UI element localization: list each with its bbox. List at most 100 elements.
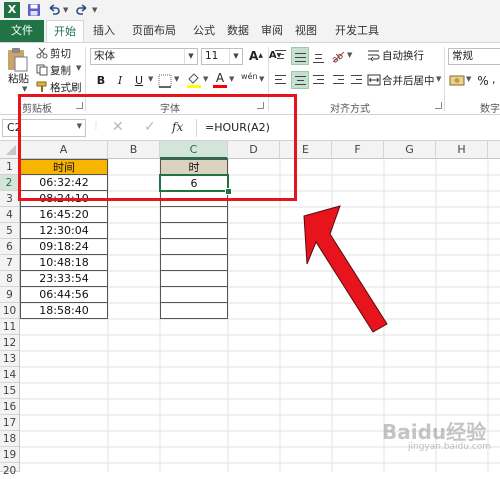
row-header-6[interactable]: 6: [0, 239, 20, 255]
cell-c9[interactable]: [160, 287, 228, 303]
tab-home[interactable]: 开始: [46, 20, 84, 42]
cell-a10[interactable]: 18:58:40: [20, 303, 108, 319]
number-format-select[interactable]: 常规: [448, 48, 500, 65]
number-format-value: 常规: [452, 50, 473, 62]
redo-icon[interactable]: [74, 2, 90, 18]
paste-icon[interactable]: [6, 47, 28, 73]
align-top-button[interactable]: [272, 47, 290, 65]
cell-a8[interactable]: 23:33:54: [20, 271, 108, 287]
customize-qat-icon[interactable]: ▼: [92, 2, 102, 18]
copy-icon: [36, 64, 48, 76]
fill-color-dropdown-icon[interactable]: ▼: [203, 75, 208, 83]
phonetic-guide-icon[interactable]: wén: [241, 72, 258, 81]
row-header-11[interactable]: 11: [0, 319, 20, 335]
cell-a9[interactable]: 06:44:56: [20, 287, 108, 303]
grow-font-button[interactable]: A▲: [247, 47, 265, 65]
underline-button[interactable]: U: [130, 72, 148, 90]
row-header-16[interactable]: 16: [0, 399, 20, 415]
borders-icon[interactable]: [158, 74, 172, 88]
column-header-h[interactable]: H: [436, 141, 488, 159]
orientation-dropdown-icon[interactable]: ▼: [347, 51, 352, 59]
alignment-launcher-icon[interactable]: [435, 102, 442, 109]
paste-button[interactable]: 粘贴: [8, 71, 29, 86]
cell-a7[interactable]: 10:48:18: [20, 255, 108, 271]
row-header-5[interactable]: 5: [0, 223, 20, 239]
tab-page-layout[interactable]: 页面布局: [124, 20, 184, 42]
align-center-button[interactable]: [291, 71, 309, 89]
row-header-10[interactable]: 10: [0, 303, 20, 319]
font-name-select[interactable]: 宋体 ▼: [90, 48, 198, 65]
chevron-down-icon[interactable]: ▼: [229, 49, 242, 64]
cell-c10[interactable]: [160, 303, 228, 319]
fill-color-icon[interactable]: [186, 72, 202, 88]
accounting-format-icon[interactable]: [449, 73, 465, 89]
wrap-text-button[interactable]: 自动换行: [382, 48, 424, 63]
row-header-19[interactable]: 19: [0, 447, 20, 463]
select-all-corner[interactable]: [0, 141, 20, 159]
tab-formulas[interactable]: 公式: [188, 20, 220, 42]
font-color-dropdown-icon[interactable]: ▼: [229, 75, 234, 83]
row-header-12[interactable]: 12: [0, 335, 20, 351]
cell-a5[interactable]: 12:30:04: [20, 223, 108, 239]
row-header-18[interactable]: 18: [0, 431, 20, 447]
cell-c8[interactable]: [160, 271, 228, 287]
row-header-7[interactable]: 7: [0, 255, 20, 271]
accounting-dropdown-icon[interactable]: ▼: [466, 75, 471, 83]
cut-button[interactable]: 剪切: [50, 46, 71, 61]
align-left-button[interactable]: [272, 71, 290, 89]
row-header-13[interactable]: 13: [0, 351, 20, 367]
tab-insert[interactable]: 插入: [88, 20, 120, 42]
undo-icon[interactable]: [46, 2, 62, 18]
tab-developer[interactable]: 开发工具: [328, 20, 386, 42]
row-header-1[interactable]: 1: [0, 159, 20, 175]
copy-dropdown-icon[interactable]: ▼: [76, 64, 81, 72]
chevron-down-icon[interactable]: ▼: [184, 49, 197, 64]
paste-dropdown-icon[interactable]: ▼: [22, 85, 27, 93]
cell-a6[interactable]: 09:18:24: [20, 239, 108, 255]
merge-center-button[interactable]: 合并后居中: [382, 73, 435, 88]
align-bottom-button[interactable]: [310, 47, 328, 65]
cell-c6[interactable]: [160, 239, 228, 255]
align-middle-button[interactable]: [291, 47, 309, 65]
font-color-icon[interactable]: A: [212, 71, 228, 89]
undo-dropdown-icon[interactable]: ▼: [63, 2, 71, 18]
row-header-3[interactable]: 3: [0, 191, 20, 207]
row-header-15[interactable]: 15: [0, 383, 20, 399]
column-header-f[interactable]: F: [332, 141, 384, 159]
row-header-2[interactable]: 2: [0, 175, 20, 191]
borders-dropdown-icon[interactable]: ▼: [174, 75, 179, 83]
comma-style-button[interactable]: ,: [492, 73, 496, 86]
copy-button[interactable]: 复制: [50, 63, 71, 78]
row-header-9[interactable]: 9: [0, 287, 20, 303]
excel-icon[interactable]: X: [4, 2, 20, 18]
row-header-14[interactable]: 14: [0, 367, 20, 383]
column-header-i[interactable]: [488, 141, 500, 159]
row-header-17[interactable]: 17: [0, 415, 20, 431]
column-header-g[interactable]: G: [384, 141, 436, 159]
bold-button[interactable]: B: [92, 72, 110, 90]
underline-dropdown-icon[interactable]: ▼: [148, 75, 153, 83]
increase-indent-button[interactable]: [348, 71, 366, 89]
font-color-letter: A: [215, 71, 225, 85]
row-header-4[interactable]: 4: [0, 207, 20, 223]
format-painter-button[interactable]: 格式刷: [50, 80, 82, 95]
font-size-select[interactable]: 11 ▼: [201, 48, 243, 65]
row-header-8[interactable]: 8: [0, 271, 20, 287]
tab-data[interactable]: 数据: [222, 20, 254, 42]
merge-dropdown-icon[interactable]: ▼: [436, 75, 441, 83]
italic-button[interactable]: I: [111, 72, 129, 90]
cell-c7[interactable]: [160, 255, 228, 271]
phonetic-dropdown-icon[interactable]: ▼: [259, 75, 264, 83]
tab-review[interactable]: 审阅: [256, 20, 288, 42]
decrease-indent-button[interactable]: [330, 71, 348, 89]
cell-c4[interactable]: [160, 207, 228, 223]
cell-a4[interactable]: 16:45:20: [20, 207, 108, 223]
row-header-20[interactable]: 20: [0, 463, 20, 477]
align-right-button[interactable]: [310, 71, 328, 89]
percent-button[interactable]: %: [474, 72, 492, 90]
tab-view[interactable]: 视图: [290, 20, 322, 42]
tab-file[interactable]: 文件: [0, 20, 44, 42]
save-icon[interactable]: [26, 2, 42, 18]
orientation-icon[interactable]: ab: [330, 48, 346, 66]
cell-c5[interactable]: [160, 223, 228, 239]
